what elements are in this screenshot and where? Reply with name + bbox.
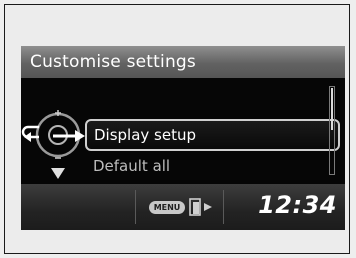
- back-arrow-icon[interactable]: [21, 123, 43, 147]
- clock: 12:34: [258, 191, 337, 219]
- menu-button-icon: MENU: [149, 201, 185, 214]
- divider: [223, 190, 224, 224]
- menu-item-label: Display setup: [94, 126, 197, 144]
- menu-item-display-setup[interactable]: Display setup: [85, 119, 340, 151]
- status-bar: MENU 12:34: [21, 184, 345, 230]
- menu-item-label: Default all: [93, 157, 171, 175]
- scroll-thumb[interactable]: [331, 88, 333, 130]
- audio-display-screen: Customise settings Display setup Default…: [21, 46, 345, 230]
- screen-title: Customise settings: [30, 52, 196, 72]
- enter-arrow-icon[interactable]: [51, 128, 87, 148]
- scrollbar[interactable]: [329, 86, 335, 175]
- title-bar: Customise settings: [21, 46, 345, 78]
- menu-item-default-all[interactable]: Default all: [85, 154, 340, 178]
- exit-door-icon: [189, 198, 215, 220]
- divider: [135, 190, 136, 224]
- illustration-frame: Customise settings Display setup Default…: [4, 4, 350, 254]
